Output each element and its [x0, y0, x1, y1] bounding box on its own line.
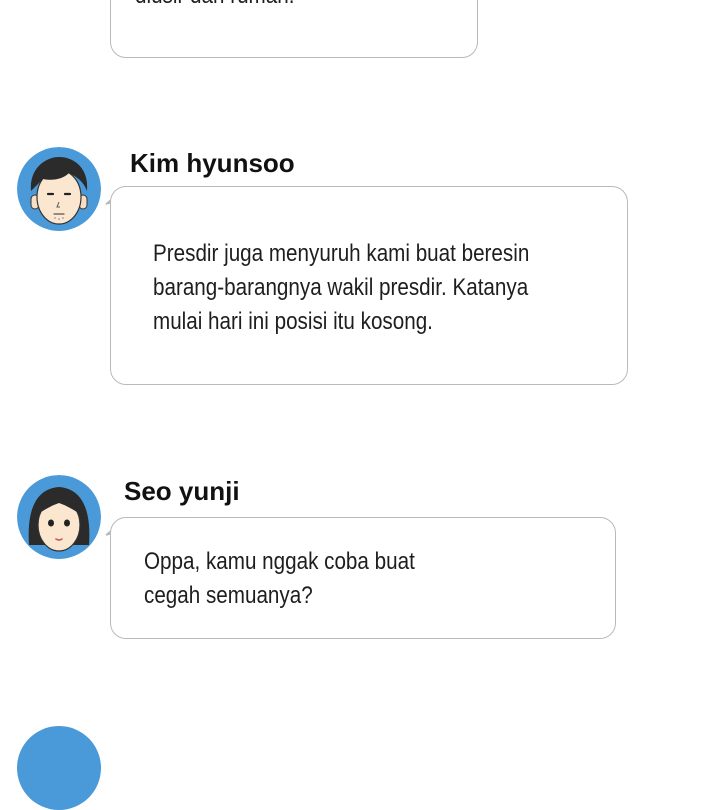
sender-name-kim-hyunsoo: Kim hyunsoo [130, 148, 295, 178]
avatar-seo-yunji[interactable] [17, 475, 101, 559]
message-text-seo-yunji: Oppa, kamu nggak coba buat cegah semuany… [144, 548, 415, 609]
sender-name-seo-yunji: Seo yunji [124, 476, 240, 506]
message-text-kim-hyunsoo: Presdir juga menyuruh kami buat beresin … [153, 240, 530, 335]
woman-avatar-icon [17, 475, 101, 559]
man-avatar-icon [17, 147, 101, 231]
message-text-previous: diusir dari rumah. [135, 0, 294, 10]
avatar-next[interactable] [17, 726, 101, 810]
avatar-kim-hyunsoo[interactable] [17, 147, 101, 231]
